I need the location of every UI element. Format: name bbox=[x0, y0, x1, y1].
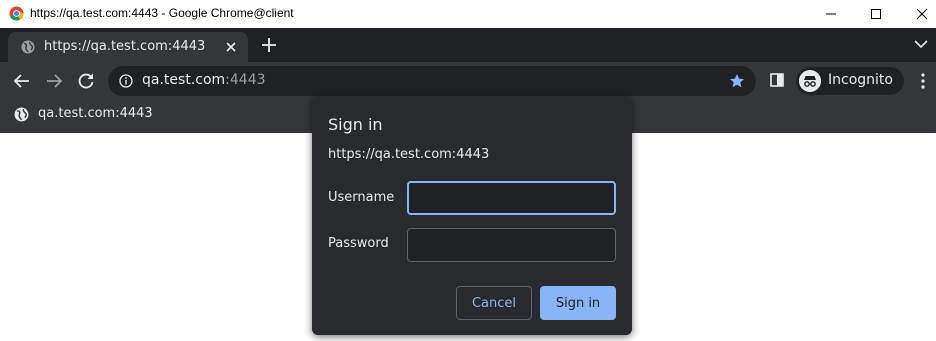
minimize-button[interactable] bbox=[808, 0, 854, 28]
url-text: qa.test.com:4443 bbox=[142, 72, 266, 88]
address-bar[interactable]: qa.test.com:4443 bbox=[108, 66, 756, 96]
cancel-button[interactable]: Cancel bbox=[456, 286, 532, 320]
url-host: qa.test.com bbox=[142, 72, 226, 88]
maximize-icon bbox=[871, 9, 881, 19]
tab-close-icon[interactable] bbox=[224, 40, 238, 54]
password-field[interactable] bbox=[407, 228, 616, 262]
sign-in-button[interactable]: Sign in bbox=[540, 286, 616, 320]
tab-active[interactable]: https://qa.test.com:4443 bbox=[8, 32, 248, 62]
url-port: :4443 bbox=[225, 72, 266, 88]
chevron-down-icon[interactable] bbox=[914, 39, 928, 49]
back-arrow-icon[interactable] bbox=[13, 72, 31, 90]
password-label: Password bbox=[328, 236, 389, 251]
window-title: https://qa.test.com:4443 - Google Chrome… bbox=[30, 6, 294, 20]
window-titlebar: https://qa.test.com:4443 - Google Chrome… bbox=[0, 0, 936, 28]
forward-arrow-icon[interactable] bbox=[45, 72, 63, 90]
new-tab-icon[interactable] bbox=[260, 36, 278, 54]
side-panel-icon[interactable] bbox=[770, 73, 784, 87]
bookmark-star-icon[interactable] bbox=[729, 73, 745, 89]
minimize-icon bbox=[826, 13, 836, 15]
username-field[interactable] bbox=[407, 181, 616, 215]
globe-icon bbox=[14, 107, 29, 122]
site-label[interactable]: qa.test.com:4443 bbox=[38, 106, 153, 121]
dialog-origin: https://qa.test.com:4443 bbox=[328, 147, 490, 162]
info-icon[interactable] bbox=[119, 74, 133, 88]
tab-title: https://qa.test.com:4443 bbox=[44, 39, 206, 54]
incognito-profile-button[interactable]: Incognito bbox=[796, 67, 904, 95]
close-icon bbox=[916, 8, 928, 20]
chrome-logo-icon bbox=[9, 6, 24, 21]
browser-toolbar: qa.test.com:4443 Incognito bbox=[0, 62, 936, 100]
incognito-label: Incognito bbox=[828, 72, 893, 88]
maximize-button[interactable] bbox=[853, 0, 899, 28]
username-label: Username bbox=[328, 190, 395, 205]
reload-icon[interactable] bbox=[77, 72, 95, 90]
tab-strip: https://qa.test.com:4443 bbox=[0, 28, 936, 62]
globe-icon bbox=[21, 40, 35, 54]
kebab-menu-icon[interactable] bbox=[920, 73, 926, 89]
dialog-title: Sign in bbox=[328, 115, 383, 134]
sign-in-dialog: Sign in https://qa.test.com:4443 Usernam… bbox=[312, 96, 632, 335]
incognito-icon bbox=[799, 70, 821, 92]
close-window-button[interactable] bbox=[899, 0, 936, 28]
